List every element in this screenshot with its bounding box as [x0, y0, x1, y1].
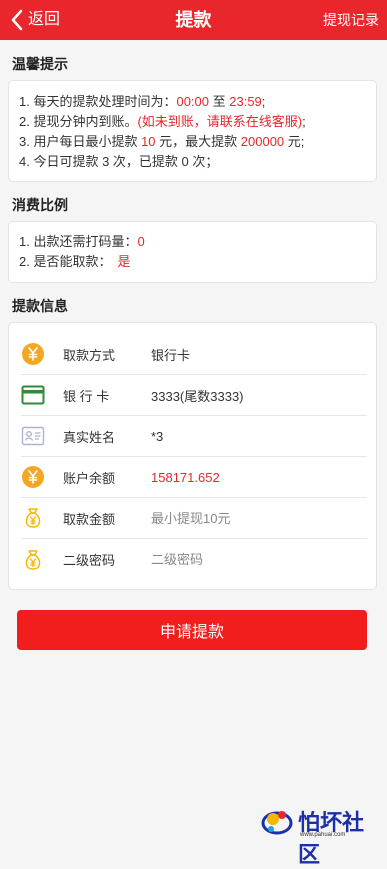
- method-value: 银行卡: [151, 347, 191, 363]
- real-name-label: 真实姓名: [63, 429, 116, 445]
- watermark-logo: 怕坏社区 www.pahuai.com: [260, 805, 382, 868]
- consumption-title: 消费比例: [12, 197, 68, 213]
- tips-line-3-mid: 元，最大提款: [155, 134, 241, 149]
- consumption-box: 1. 出款还需打码量：0 2. 是否能取款： 是: [8, 221, 377, 283]
- bank-card-label: 银 行 卡: [63, 388, 110, 404]
- amount-row: 取款金额: [21, 498, 367, 539]
- money-bag-icon: [25, 549, 41, 570]
- back-label: 返回: [28, 11, 61, 28]
- tips-line-4: 4. 今日可提款 3 次，已提款 0 次；: [19, 154, 219, 169]
- tips-box: 1. 每天的提款处理时间为：00:00 至 23:59; 2. 提现分钟内到账。…: [8, 80, 377, 182]
- time-end: 23:59: [229, 94, 262, 109]
- tips-line-3-prefix: 3. 用户每日最小提款: [19, 134, 142, 149]
- can-withdraw-line: 2. 是否能取款： 是: [19, 252, 366, 272]
- method-row[interactable]: 取款方式 银行卡: [21, 334, 367, 375]
- balance-value: 158171.652: [151, 469, 220, 485]
- password-input[interactable]: [151, 547, 351, 572]
- balance-row: 账户余额 158171.652: [21, 457, 367, 498]
- tips-line-1: 1. 每天的提款处理时间为：00:00 至 23:59;: [19, 92, 366, 112]
- tips-line-2-prefix: 2. 提现分钟内到账。: [19, 114, 138, 129]
- betting-required-value: 0: [137, 234, 145, 249]
- money-bag-icon: [25, 508, 41, 528]
- bank-card-row: 银 行 卡 3333(尾数3333): [21, 375, 367, 416]
- bank-card-value: 3333(尾数3333): [151, 388, 244, 404]
- withdraw-records-link[interactable]: 提现记录: [323, 0, 379, 40]
- max-amount: 200000: [240, 134, 285, 149]
- password-label: 二级密码: [63, 553, 116, 568]
- amount-label: 取款金额: [63, 511, 116, 527]
- real-name-row: 真实姓名 *3: [21, 416, 367, 457]
- yen-coin-icon: [22, 343, 44, 365]
- method-label: 取款方式: [63, 347, 116, 363]
- can-withdraw-label: 2. 是否能取款：: [19, 254, 112, 269]
- balance-label: 账户余额: [63, 470, 116, 486]
- back-button[interactable]: 返回: [10, 9, 60, 31]
- id-card-icon: [21, 426, 45, 446]
- watermark-url: www.pahuai.com: [300, 832, 346, 838]
- tips-title: 温馨提示: [12, 56, 68, 72]
- time-to: 至: [209, 94, 230, 109]
- min-amount: 10: [141, 134, 156, 149]
- withdraw-info-box: 取款方式 银行卡 银 行 卡 3333(尾数3333) 真实姓名 *3 账户余额…: [8, 322, 377, 590]
- tips-line-3: 3. 用户每日最小提款 10 元，最大提款 200000 元;: [19, 132, 366, 152]
- community-logo-icon: [261, 811, 293, 835]
- password-row: 二级密码: [21, 539, 367, 580]
- apply-withdraw-button[interactable]: 申请提款: [17, 610, 367, 650]
- betting-label: 1. 出款还需打码量：: [19, 234, 138, 249]
- tips-line-2-suffix: ;: [302, 114, 306, 129]
- contact-service-note: (如未到账，请联系在线客服): [137, 114, 303, 129]
- bank-card-icon: [21, 385, 45, 405]
- tips-line-1-suffix: ;: [261, 94, 266, 109]
- can-withdraw-value: 是: [117, 254, 131, 269]
- withdraw-info-title: 提款信息: [12, 298, 68, 314]
- betting-line: 1. 出款还需打码量：0: [19, 232, 366, 252]
- real-name-value: *3: [151, 428, 164, 444]
- time-start: 00:00: [176, 94, 210, 109]
- chevron-left-icon: [11, 9, 23, 31]
- tips-line-1-prefix: 1. 每天的提款处理时间为：: [19, 94, 177, 109]
- tips-line-3-suffix: 元;: [284, 134, 305, 149]
- tips-line-2: 2. 提现分钟内到账。(如未到账，请联系在线客服);: [19, 112, 366, 132]
- top-bar: 返回 提款 提现记录: [0, 0, 387, 40]
- yen-coin-icon: [22, 466, 44, 488]
- amount-input[interactable]: [151, 506, 351, 530]
